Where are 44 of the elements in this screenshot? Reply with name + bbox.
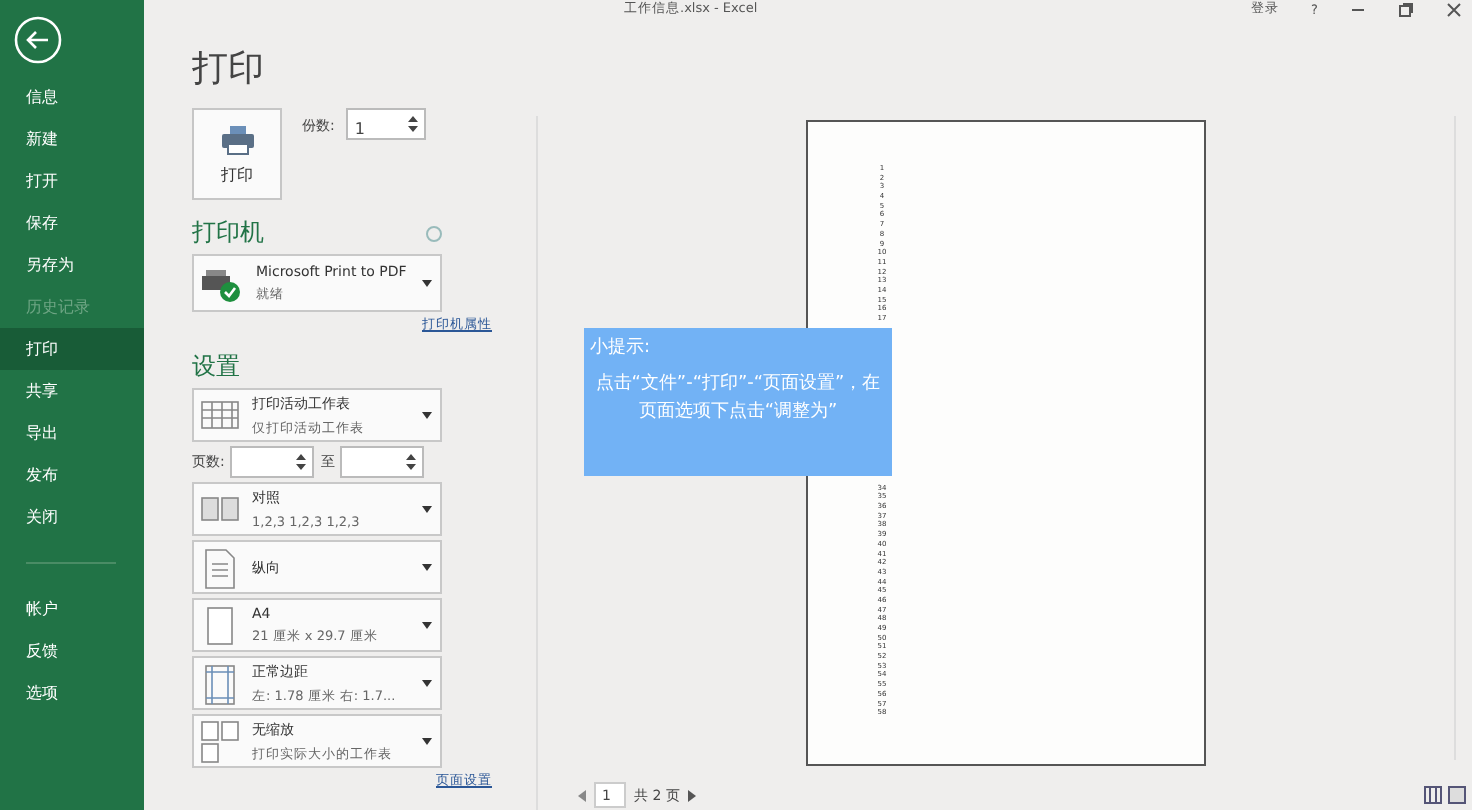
caret-icon xyxy=(422,737,432,745)
next-page-icon[interactable] xyxy=(687,789,696,801)
print-button[interactable]: 打印 xyxy=(192,108,282,200)
sidebar-item[interactable]: 打开 xyxy=(0,160,144,202)
spinner-arrows-icon xyxy=(406,452,417,472)
sidebar-item[interactable]: 选项 xyxy=(0,672,144,714)
restore-icon[interactable] xyxy=(1398,1,1414,17)
sidebar-item[interactable]: 打印 xyxy=(0,328,144,370)
caret-icon xyxy=(422,563,432,571)
spinner-arrows-icon xyxy=(296,452,307,472)
caret-icon xyxy=(422,679,432,687)
sidebar-item[interactable]: 共享 xyxy=(0,370,144,412)
portrait-page-icon xyxy=(200,545,240,589)
pages-icon xyxy=(200,719,240,763)
sidebar-item[interactable]: 反馈 xyxy=(0,630,144,672)
printer-icon xyxy=(219,123,255,155)
sidebar-item[interactable]: 新建 xyxy=(0,118,144,160)
margins-view-icon[interactable] xyxy=(1424,786,1442,804)
info-icon xyxy=(426,225,442,241)
sidebar-item[interactable]: 发布 xyxy=(0,454,144,496)
page-to-field[interactable] xyxy=(340,446,425,478)
tip-text: 点击“文件”-“打印”-“页面设置”，在页面选项下点击“调整为” xyxy=(593,371,883,426)
page-title: 打印 xyxy=(192,48,266,92)
page-from-field[interactable] xyxy=(230,446,315,478)
sidebar-item[interactable]: 保存 xyxy=(0,202,144,244)
caret-icon xyxy=(422,411,432,419)
previous-page-icon[interactable] xyxy=(578,789,586,801)
caret-icon xyxy=(422,505,432,513)
section-heading: 打印机 xyxy=(192,216,264,250)
close-icon[interactable] xyxy=(1446,1,1462,17)
section-heading: 设置 xyxy=(192,350,240,384)
margins-icon xyxy=(200,661,240,705)
sidebar-item[interactable]: 帐户 xyxy=(0,588,144,630)
sidebar-item[interactable]: 信息 xyxy=(0,76,144,118)
tip-title: 小提示: xyxy=(590,335,653,360)
caret-icon xyxy=(422,621,432,629)
spinner-arrows-icon xyxy=(408,114,419,134)
zoom-page-icon[interactable] xyxy=(1448,786,1466,804)
sidebar-item[interactable]: 导出 xyxy=(0,412,144,454)
back-icon[interactable] xyxy=(14,16,62,64)
copies-field[interactable]: 1 xyxy=(346,108,427,140)
sidebar-item[interactable]: 另存为 xyxy=(0,244,144,286)
caret-icon xyxy=(422,279,432,287)
sidebar-item[interactable]: 关闭 xyxy=(0,496,144,538)
